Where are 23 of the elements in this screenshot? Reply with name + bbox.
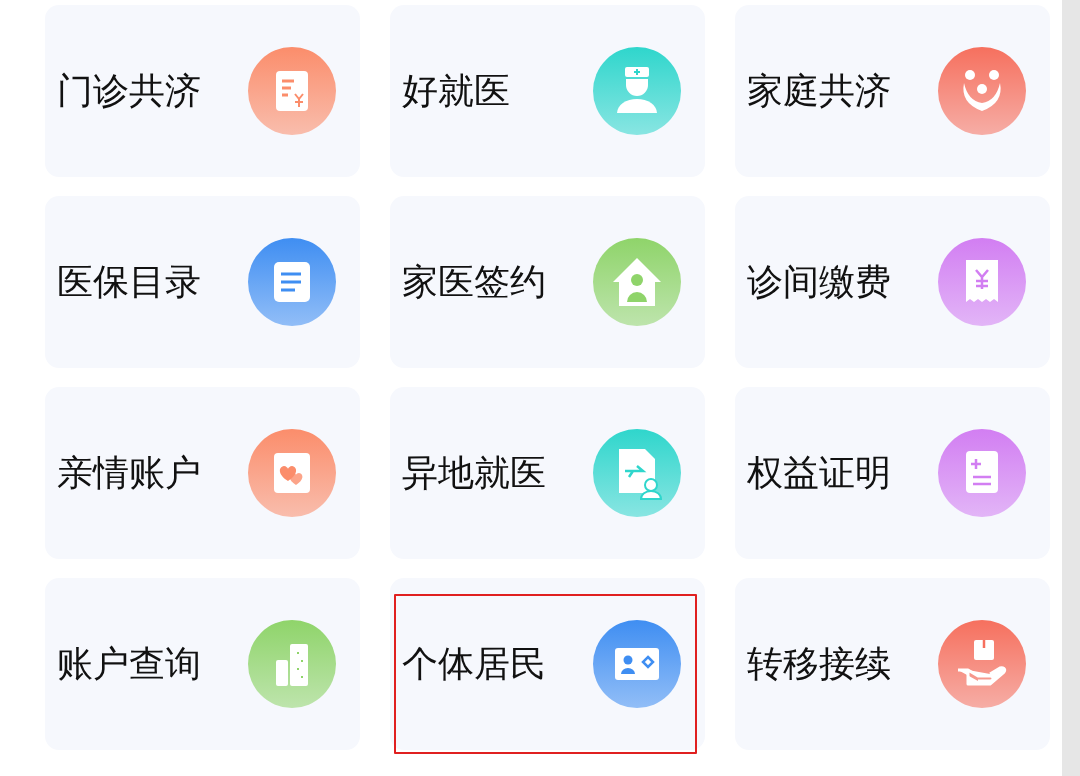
- menu-tile[interactable]: 门诊共济: [45, 5, 360, 177]
- menu-tile[interactable]: 诊间缴费: [735, 196, 1050, 368]
- tile-label: 账户查询: [57, 641, 201, 686]
- tile-label: 转移接续: [747, 641, 891, 686]
- tile-label: 门诊共济: [57, 68, 201, 113]
- tile-label: 个体居民: [402, 641, 546, 686]
- menu-tile[interactable]: 异地就医: [390, 387, 705, 559]
- tile-label: 诊间缴费: [747, 259, 891, 304]
- tile-label: 异地就医: [402, 450, 546, 495]
- menu-tile[interactable]: 家庭共济: [735, 5, 1050, 177]
- menu-tile[interactable]: 家医签约: [390, 196, 705, 368]
- menu-tile[interactable]: 账户查询: [45, 578, 360, 750]
- tile-label: 家庭共济: [747, 68, 891, 113]
- menu-tile[interactable]: 权益证明: [735, 387, 1050, 559]
- tile-label: 医保目录: [57, 259, 201, 304]
- menu-tile[interactable]: 转移接续: [735, 578, 1050, 750]
- tile-label: 权益证明: [747, 450, 891, 495]
- menu-tile[interactable]: 好就医: [390, 5, 705, 177]
- tile-label: 亲情账户: [57, 450, 201, 495]
- tile-label: 家医签约: [402, 259, 546, 304]
- menu-tile[interactable]: 亲情账户: [45, 387, 360, 559]
- menu-tile[interactable]: 医保目录: [45, 196, 360, 368]
- tile-label: 好就医: [402, 68, 510, 113]
